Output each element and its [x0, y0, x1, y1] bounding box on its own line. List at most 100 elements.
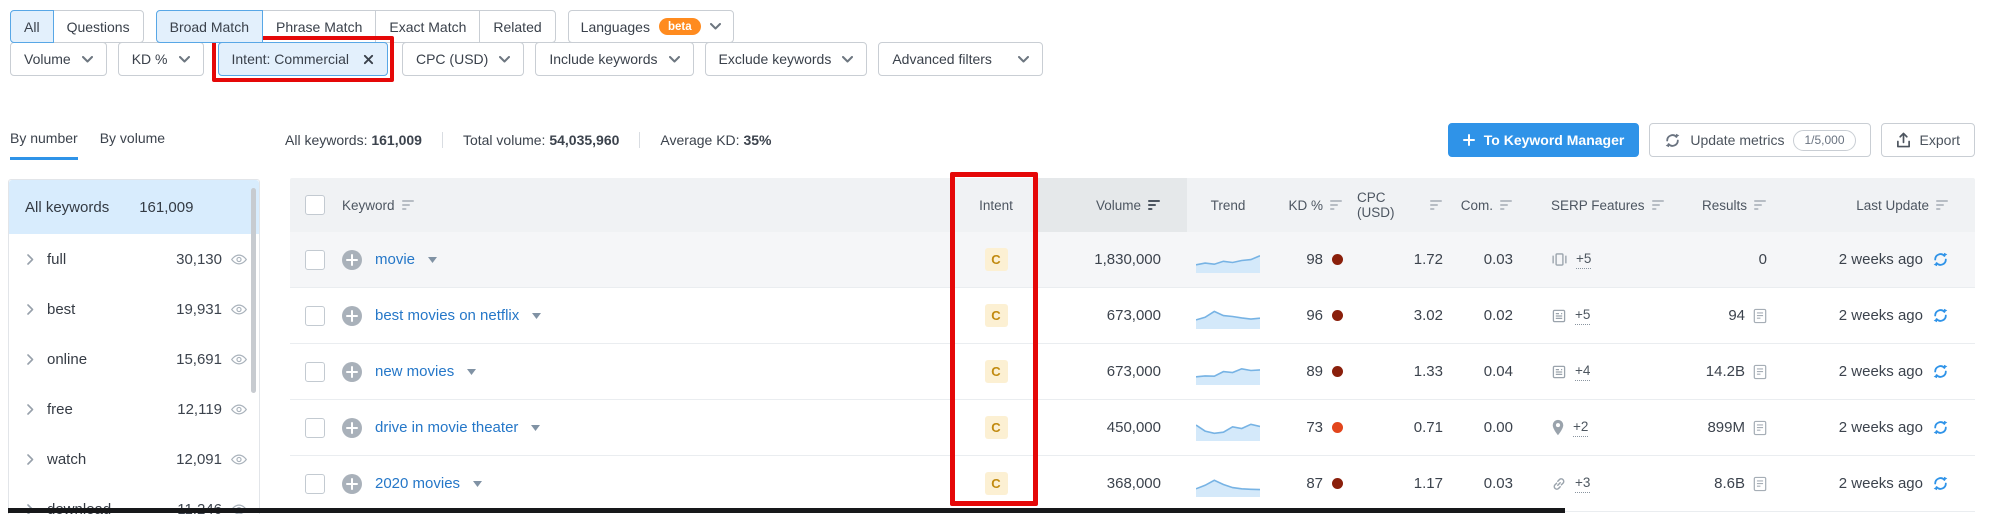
keyword-expand-icon[interactable] — [532, 313, 541, 319]
scope-tab-group: All Questions — [10, 10, 144, 43]
sort-icon[interactable] — [1754, 200, 1767, 211]
competition-value: 0.03 — [1465, 232, 1537, 287]
select-all-checkbox[interactable] — [305, 195, 325, 215]
intent-commercial-filter-chip[interactable]: Intent: Commercial — [218, 42, 388, 76]
serp-features-more-link[interactable]: +3 — [1575, 474, 1590, 493]
eye-icon[interactable] — [231, 254, 247, 265]
news-icon — [1551, 308, 1567, 324]
exclude-keywords-dropdown[interactable]: Exclude keywords — [705, 42, 868, 76]
keyword-link[interactable]: drive in movie theater — [375, 419, 518, 436]
serp-features-more-link[interactable]: +5 — [1575, 306, 1590, 325]
add-to-list-icon[interactable] — [342, 306, 362, 326]
sidebar-item-watch[interactable]: watch 12,091 — [9, 434, 259, 484]
intent-badge-commercial: C — [985, 472, 1008, 495]
column-header-volume[interactable]: Volume — [1037, 178, 1187, 232]
sidebar-item-full[interactable]: full 30,130 — [9, 234, 259, 284]
to-keyword-manager-button[interactable]: To Keyword Manager — [1448, 123, 1640, 157]
eye-icon[interactable] — [231, 454, 247, 465]
keyword-expand-icon[interactable] — [473, 481, 482, 487]
refresh-metrics-icon[interactable] — [1932, 251, 1949, 268]
sidebar-item-all-keywords[interactable]: All keywords 161,009 — [9, 180, 259, 234]
chevron-right-icon — [27, 254, 44, 265]
sidebar-scrollbar[interactable] — [251, 188, 256, 393]
keyword-expand-icon[interactable] — [428, 257, 437, 263]
competition-value: 0.03 — [1465, 456, 1537, 511]
sort-icon[interactable] — [1500, 200, 1513, 211]
refresh-metrics-icon[interactable] — [1932, 363, 1949, 380]
column-header-keyword[interactable]: Keyword — [340, 178, 955, 232]
refresh-metrics-icon[interactable] — [1932, 419, 1949, 436]
serp-snapshot-icon[interactable] — [1753, 364, 1767, 380]
sort-icon[interactable] — [1330, 200, 1343, 211]
volume-value: 1,830,000 — [1037, 232, 1187, 287]
include-keywords-dropdown[interactable]: Include keywords — [535, 42, 693, 76]
serp-features-more-link[interactable]: +5 — [1576, 250, 1591, 269]
link-icon — [1551, 476, 1567, 492]
keyword-expand-icon[interactable] — [467, 369, 476, 375]
tab-all[interactable]: All — [10, 10, 54, 43]
eye-icon[interactable] — [231, 304, 247, 315]
eye-icon[interactable] — [231, 404, 247, 415]
sort-icon[interactable] — [1652, 200, 1665, 211]
serp-snapshot-icon[interactable] — [1753, 476, 1767, 492]
keyword-link[interactable]: best movies on netflix — [375, 307, 519, 324]
sidebar-item-free[interactable]: free 12,119 — [9, 384, 259, 434]
keyword-link[interactable]: 2020 movies — [375, 475, 460, 492]
chevron-down-icon — [179, 56, 190, 63]
close-icon[interactable] — [363, 54, 374, 65]
serp-snapshot-icon[interactable] — [1753, 308, 1767, 324]
cpc-filter-dropdown[interactable]: CPC (USD) — [402, 42, 524, 76]
sidebar-item-best[interactable]: best 19,931 — [9, 284, 259, 334]
add-to-list-icon[interactable] — [342, 474, 362, 494]
update-metrics-button[interactable]: Update metrics 1/5,000 — [1649, 123, 1870, 157]
tab-broad-match[interactable]: Broad Match — [156, 10, 263, 43]
sidebar-item-online[interactable]: online 15,691 — [9, 334, 259, 384]
keyword-expand-icon[interactable] — [531, 425, 540, 431]
cpc-value: 0.71 — [1357, 400, 1465, 455]
languages-dropdown[interactable]: Languages beta — [568, 10, 734, 43]
serp-features-more-link[interactable]: +4 — [1575, 362, 1590, 381]
add-to-list-icon[interactable] — [342, 362, 362, 382]
refresh-metrics-icon[interactable] — [1932, 307, 1949, 324]
kd-value: 98 — [1306, 251, 1323, 268]
eye-icon[interactable] — [231, 354, 247, 365]
column-header-results[interactable]: Results — [1665, 178, 1795, 232]
serp-snapshot-icon[interactable] — [1753, 420, 1767, 436]
row-checkbox[interactable] — [305, 250, 325, 270]
sort-icon[interactable] — [1936, 200, 1949, 211]
chevron-down-icon — [1018, 56, 1029, 63]
row-checkbox[interactable] — [305, 474, 325, 494]
column-header-serp-features[interactable]: SERP Features — [1537, 178, 1665, 232]
tab-questions[interactable]: Questions — [53, 10, 144, 43]
column-header-cpc[interactable]: CPC (USD) — [1357, 178, 1465, 232]
row-checkbox[interactable] — [305, 306, 325, 326]
add-to-list-icon[interactable] — [342, 418, 362, 438]
tab-related[interactable]: Related — [479, 10, 555, 43]
row-checkbox[interactable] — [305, 418, 325, 438]
serp-features-more-link[interactable]: +2 — [1573, 418, 1588, 437]
row-checkbox[interactable] — [305, 362, 325, 382]
table-row: best movies on netflix C 673,000 96 3.02… — [290, 288, 1975, 344]
trend-sparkline — [1196, 471, 1260, 497]
keyword-link[interactable]: new movies — [375, 363, 454, 380]
column-header-kd[interactable]: KD % — [1269, 178, 1357, 232]
intent-badge-commercial: C — [985, 304, 1008, 327]
column-header-intent[interactable]: Intent — [955, 178, 1037, 232]
kd-filter-dropdown[interactable]: KD % — [118, 42, 204, 76]
column-header-last-update[interactable]: Last Update — [1795, 178, 1975, 232]
add-to-list-icon[interactable] — [342, 250, 362, 270]
tab-by-number[interactable]: By number — [10, 130, 78, 160]
volume-filter-dropdown[interactable]: Volume — [10, 42, 107, 76]
refresh-metrics-icon[interactable] — [1932, 475, 1949, 492]
keyword-groups-sidebar: All keywords 161,009 full 30,130 best 19… — [8, 179, 260, 514]
results-value: 8.6B — [1714, 475, 1745, 492]
sort-icon[interactable] — [1430, 200, 1443, 211]
sort-icon[interactable] — [1148, 200, 1161, 211]
sort-icon[interactable] — [402, 200, 415, 211]
column-header-trend[interactable]: Trend — [1187, 178, 1269, 232]
keyword-link[interactable]: movie — [375, 251, 415, 268]
advanced-filters-dropdown[interactable]: Advanced filters — [878, 42, 1043, 76]
tab-by-volume[interactable]: By volume — [100, 130, 165, 160]
export-button[interactable]: Export — [1881, 123, 1975, 157]
column-header-competition[interactable]: Com. — [1465, 178, 1537, 232]
